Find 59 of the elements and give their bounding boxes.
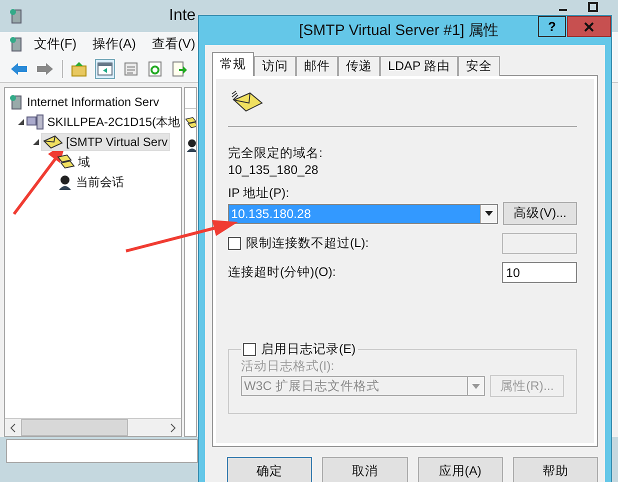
server-icon [8,8,24,24]
dialog-title: [SMTP Virtual Server #1] 属性 [299,21,499,40]
window-title: Inte [169,7,196,25]
timeout-field[interactable]: 10 [502,262,577,283]
maximize-icon[interactable] [588,2,598,12]
user-icon [185,137,196,153]
menu-item[interactable]: 文件(F) [34,35,77,53]
help-button[interactable]: ? [538,16,566,37]
forward-icon[interactable] [36,62,54,76]
timeout-label: 连接超时(分钟)(O): [228,264,336,281]
properties-icon[interactable] [123,61,139,77]
scroll-right-icon[interactable] [169,422,177,432]
dialog-button[interactable]: 帮助 [512,457,598,482]
enable-logging-label: 启用日志记录(E) [261,341,356,358]
server-icon [8,36,24,52]
envelope-icon [230,88,264,114]
console-tree-icon[interactable] [95,59,115,79]
tab[interactable]: 安全 [458,56,500,76]
close-icon [584,22,594,32]
advanced-button[interactable]: 高级(V)... [503,202,577,225]
server-icon [8,94,24,110]
menu-item[interactable]: 查看(V) [152,35,196,53]
menu-item[interactable]: 操作(A) [92,35,136,53]
tab[interactable]: 传递 [338,56,380,76]
dropdown-icon [472,384,480,388]
tab[interactable]: 邮件 [296,56,338,76]
tab[interactable]: 访问 [254,56,296,76]
export-icon[interactable] [171,61,187,77]
tree-item[interactable]: SKILLPEA-2C1D15(本地 [25,112,181,132]
scroll-left-icon[interactable] [9,422,17,432]
tree-item[interactable]: 当前会话 [56,172,125,192]
limit-connections-label: 限制连接数不超过(L): [246,235,369,252]
tree-item[interactable]: [SMTP Virtual Serv [41,133,170,151]
tree-item[interactable]: 域 [56,152,91,172]
user-icon [57,174,73,190]
dialog-button[interactable]: 应用(A) [418,457,503,482]
log-format-label: 活动日志格式(I): [241,359,334,373]
envelopes-icon [57,154,75,170]
refresh-icon[interactable] [147,61,163,77]
close-button[interactable] [567,16,611,37]
folder-up-icon[interactable] [71,61,87,77]
horizontal-scrollbar[interactable] [5,418,181,436]
dialog-button[interactable]: 取消 [322,457,408,482]
checkbox[interactable] [228,237,241,250]
dialog-button[interactable]: 确定 [227,457,312,482]
back-icon[interactable] [10,62,28,76]
expand-toggle[interactable] [16,118,26,126]
computer-icon [26,114,44,130]
ip-address-label: IP 地址(P): [228,185,290,202]
tab[interactable]: 常规 [212,52,254,76]
envelopes-icon [185,115,196,131]
tab[interactable]: LDAP 路由 [380,56,458,76]
dropdown-icon [485,211,493,216]
fqdn-label: 完全限定的域名: [228,145,324,162]
connection-limit-field[interactable] [502,233,577,254]
envelope-icon [43,135,63,149]
expand-toggle[interactable] [31,138,41,146]
tree-item[interactable]: Internet Information Serv [7,93,160,111]
fqdn-value: 10_135_180_28 [228,162,320,179]
